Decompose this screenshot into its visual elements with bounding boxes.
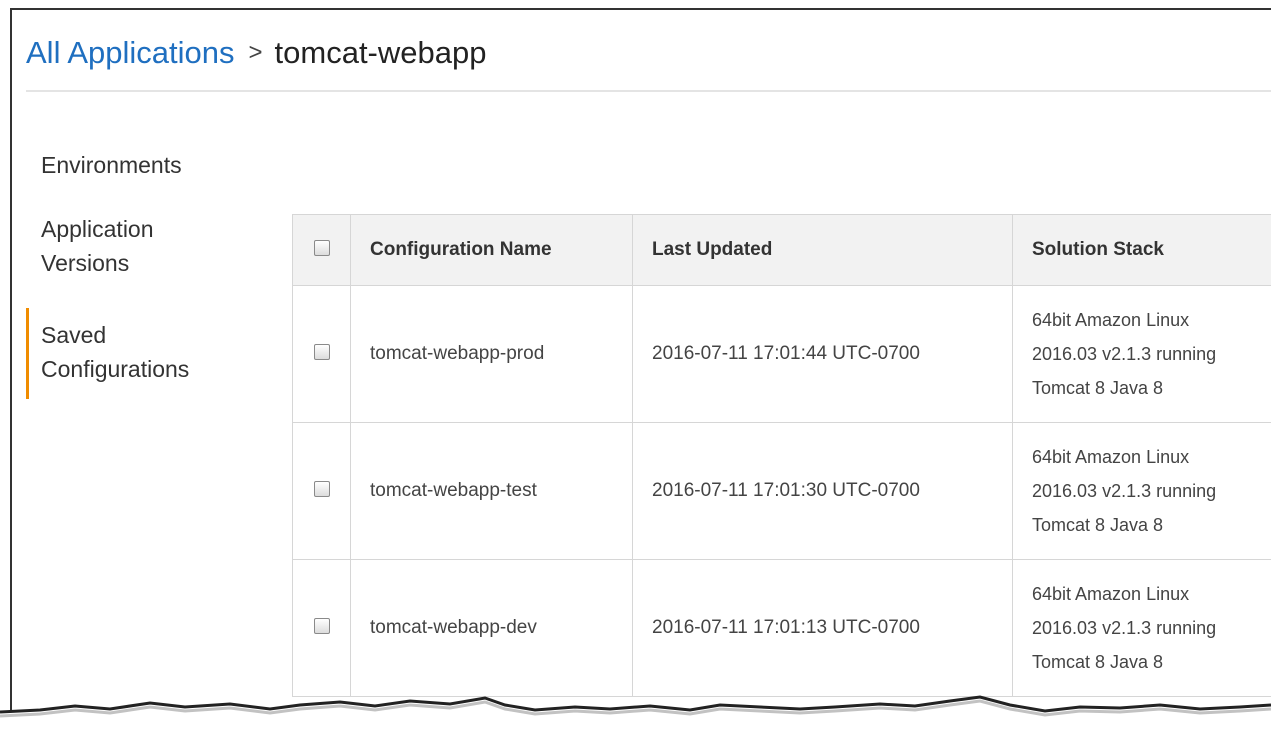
breadcrumb-all-applications-link[interactable]: All Applications bbox=[26, 35, 235, 70]
last-updated-cell: 2016-07-11 17:01:44 UTC-0700 bbox=[632, 285, 1013, 423]
row-select-cell bbox=[292, 559, 351, 697]
solution-stack-line: 64bit Amazon Linux bbox=[1032, 310, 1190, 330]
solution-stack-cell: 64bit Amazon Linux 2016.03 v2.1.3 runnin… bbox=[1012, 285, 1271, 423]
configuration-name-cell: tomcat-webapp-dev bbox=[350, 559, 633, 697]
table-header-row: Configuration Name Last Updated Solution… bbox=[292, 214, 1271, 286]
sidebar-item-label-line1: Application bbox=[41, 216, 154, 242]
sidebar-item-label-line2: Configurations bbox=[41, 356, 190, 382]
table-row[interactable]: tomcat-webapp-test 2016-07-11 17:01:30 U… bbox=[292, 422, 1271, 560]
solution-stack-line: Tomcat 8 Java 8 bbox=[1032, 652, 1164, 672]
sidebar-item-label: Environments bbox=[41, 152, 182, 178]
table-row[interactable]: tomcat-webapp-prod 2016-07-11 17:01:44 U… bbox=[292, 285, 1271, 423]
select-all-cell bbox=[292, 214, 351, 286]
solution-stack-cell: 64bit Amazon Linux 2016.03 v2.1.3 runnin… bbox=[1012, 422, 1271, 560]
solution-stack-line: 2016.03 v2.1.3 running bbox=[1032, 344, 1217, 364]
sidebar-item-application-versions[interactable]: Application Versions bbox=[26, 212, 241, 280]
sidebar-item-environments[interactable]: Environments bbox=[26, 148, 281, 182]
solution-stack-line: 64bit Amazon Linux bbox=[1032, 447, 1190, 467]
row-select-cell bbox=[292, 285, 351, 423]
column-header-configuration-name[interactable]: Configuration Name bbox=[350, 214, 633, 286]
row-checkbox[interactable] bbox=[313, 618, 330, 634]
solution-stack-cell: 64bit Amazon Linux 2016.03 v2.1.3 runnin… bbox=[1012, 559, 1271, 697]
breadcrumb-separator: > bbox=[248, 39, 263, 66]
sidebar-item-label-line2: Versions bbox=[41, 250, 130, 276]
sidebar-item-saved-configurations[interactable]: Saved Configurations bbox=[26, 308, 246, 399]
sidebar-item-label-line1: Saved bbox=[41, 322, 107, 348]
row-checkbox[interactable] bbox=[313, 344, 330, 360]
configuration-name-cell: tomcat-webapp-test bbox=[350, 422, 633, 560]
breadcrumb: All Applications > tomcat-webapp bbox=[26, 31, 486, 75]
row-checkbox[interactable] bbox=[313, 481, 330, 497]
saved-configurations-table: Configuration Name Last Updated Solution… bbox=[292, 214, 1271, 697]
table-row[interactable]: tomcat-webapp-dev 2016-07-11 17:01:13 UT… bbox=[292, 559, 1271, 697]
solution-stack-line: 64bit Amazon Linux bbox=[1032, 584, 1190, 604]
solution-stack-line: Tomcat 8 Java 8 bbox=[1032, 515, 1164, 535]
last-updated-cell: 2016-07-11 17:01:30 UTC-0700 bbox=[632, 422, 1013, 560]
saved-configurations-table-container: Configuration Name Last Updated Solution… bbox=[292, 214, 1271, 699]
configuration-name-cell: tomcat-webapp-prod bbox=[350, 285, 633, 423]
last-updated-cell: 2016-07-11 17:01:13 UTC-0700 bbox=[632, 559, 1013, 697]
select-all-checkbox[interactable] bbox=[313, 240, 330, 256]
torn-edge-decoration bbox=[0, 695, 1271, 730]
column-header-last-updated[interactable]: Last Updated bbox=[632, 214, 1013, 286]
solution-stack-line: Tomcat 8 Java 8 bbox=[1032, 378, 1164, 398]
row-select-cell bbox=[292, 422, 351, 560]
column-header-solution-stack[interactable]: Solution Stack bbox=[1012, 214, 1271, 286]
page-title: tomcat-webapp bbox=[274, 35, 487, 70]
solution-stack-line: 2016.03 v2.1.3 running bbox=[1032, 618, 1217, 638]
solution-stack-line: 2016.03 v2.1.3 running bbox=[1032, 481, 1217, 501]
title-divider bbox=[26, 90, 1271, 92]
